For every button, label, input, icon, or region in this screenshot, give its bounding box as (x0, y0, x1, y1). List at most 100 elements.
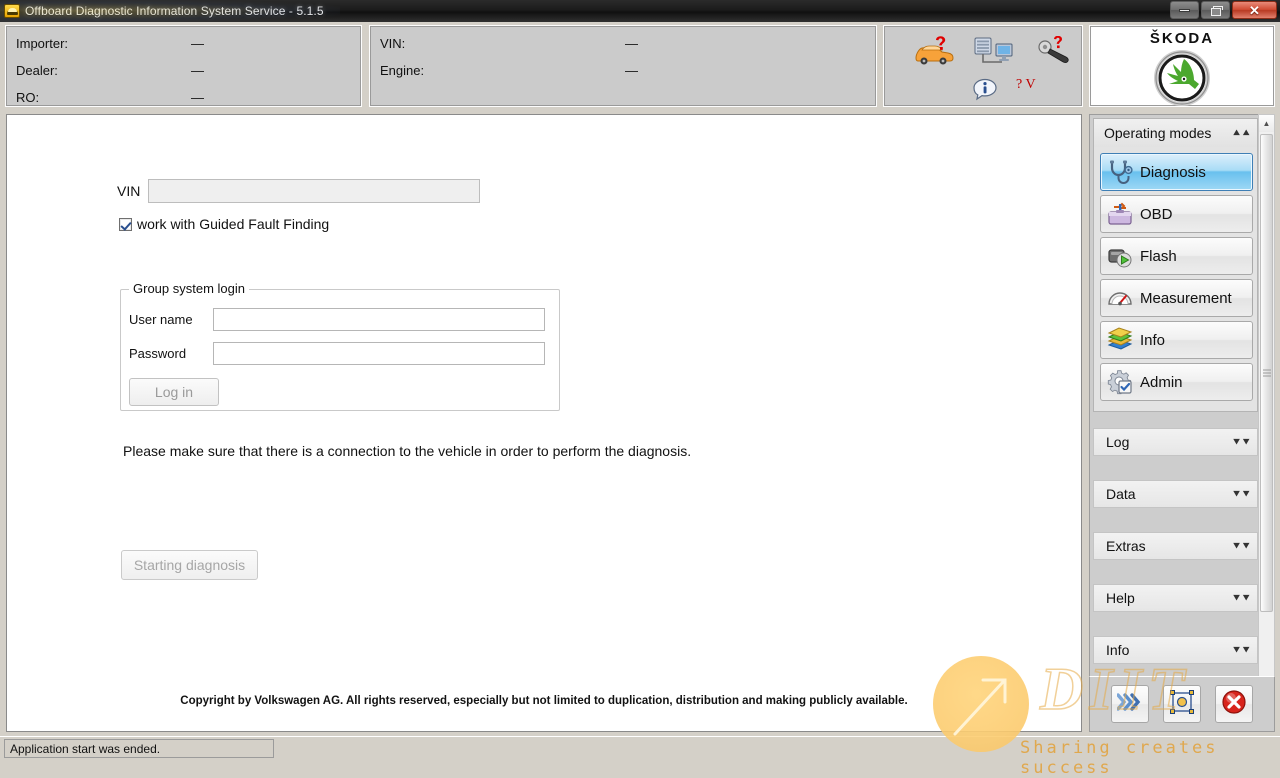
sidebar-item-flash[interactable]: Flash (1100, 237, 1253, 275)
books-icon (1107, 327, 1133, 353)
select-button[interactable] (1163, 685, 1201, 723)
sidebar-item-label: Measurement (1140, 289, 1232, 307)
flash-module-icon (1107, 243, 1133, 269)
section-help[interactable]: Help ⯆⯆ (1093, 584, 1258, 612)
network-connection-icon[interactable] (972, 36, 1016, 73)
header-icon-panel: ? V (883, 25, 1083, 107)
window-controls: ✕ (1170, 1, 1277, 19)
section-info[interactable]: Info ⯆⯆ (1093, 636, 1258, 664)
importer-label: Importer: (16, 36, 69, 51)
guided-fault-finding-label: work with Guided Fault Finding (137, 216, 330, 232)
main-content-panel: VIN work with Guided Fault Finding Group… (6, 114, 1082, 732)
status-bar: Application start was ended. (0, 736, 1280, 760)
double-chevron-right-icon (1116, 692, 1143, 717)
vin-field-row: VIN (117, 179, 481, 203)
vin-input[interactable] (148, 179, 481, 203)
next-button[interactable] (1111, 685, 1149, 723)
car-app-icon (4, 4, 20, 18)
username-row: User name (129, 308, 545, 331)
password-label: Password (129, 346, 187, 361)
close-icon: ✕ (1249, 2, 1260, 18)
sidebar-item-label: Diagnosis (1140, 163, 1206, 181)
scroll-up-arrow-icon[interactable]: ▲ (1259, 115, 1274, 132)
question-version-icon[interactable]: ? V (1016, 77, 1036, 93)
info-icon[interactable] (972, 78, 998, 109)
sidebar-item-measurement[interactable]: Measurement (1100, 279, 1253, 317)
group-system-login-groupbox: Group system login User name Password Lo… (120, 281, 560, 411)
sidebar-item-info[interactable]: Info (1100, 321, 1253, 359)
sidebar-item-label: Info (1140, 331, 1166, 349)
sidebar-item-label: Admin (1140, 373, 1183, 391)
importer-dealer-ro-panel: Importer: — Dealer: — RO: — (5, 25, 362, 107)
starting-diagnosis-button[interactable]: Starting diagnosis (121, 550, 258, 580)
sidebar-scrollbar[interactable]: ▲ ▼ (1258, 114, 1275, 732)
cancel-button[interactable] (1215, 685, 1253, 723)
chevron-down-double-icon[interactable]: ⯆⯆ (1232, 487, 1251, 502)
maximize-button[interactable] (1201, 1, 1230, 19)
section-data-label: Data (1106, 486, 1136, 502)
section-extras-label: Extras (1106, 538, 1146, 554)
operating-modes-panel: Operating modes ⯅⯅ Diagnosis OBD Flash M… (1093, 118, 1258, 412)
section-data[interactable]: Data ⯆⯆ (1093, 480, 1258, 508)
scrollbar-grip-icon (1262, 369, 1271, 377)
header-bar: Importer: — Dealer: — RO: — VIN: — Engin… (0, 22, 1280, 110)
stethoscope-icon (1107, 159, 1133, 185)
vin-header-label: VIN: (380, 36, 406, 51)
close-button[interactable]: ✕ (1232, 1, 1277, 19)
window-title: Offboard Diagnostic Information System S… (25, 4, 324, 18)
section-extras[interactable]: Extras ⯆⯆ (1093, 532, 1258, 560)
password-input[interactable] (213, 342, 545, 365)
connection-hint-text: Please make sure that there is a connect… (123, 443, 692, 459)
importer-value: — (191, 36, 204, 51)
skoda-winged-arrow-logo (1154, 50, 1210, 111)
copyright-text: Copyright by Volkswagen AG. All rights r… (180, 695, 908, 707)
operating-modes-header[interactable]: Operating modes ⯅⯅ (1094, 119, 1257, 147)
operating-modes-title: Operating modes (1104, 125, 1212, 141)
restore-icon (1210, 5, 1223, 16)
sidebar-item-label: OBD (1140, 205, 1173, 223)
scrollbar-thumb[interactable] (1260, 134, 1273, 612)
vin-engine-panel: VIN: — Engine: — (369, 25, 877, 107)
section-help-label: Help (1106, 590, 1135, 606)
toolbox-icon (1107, 201, 1133, 227)
username-label: User name (129, 312, 193, 327)
dealer-label: Dealer: (16, 63, 58, 78)
section-log-label: Log (1106, 434, 1130, 450)
key-help-icon[interactable] (1036, 35, 1076, 73)
bottom-button-bar (1089, 676, 1275, 732)
password-row: Password (129, 342, 545, 365)
title-bar[interactable]: Offboard Diagnostic Information System S… (0, 0, 1280, 22)
chevron-up-double-icon[interactable]: ⯅⯅ (1232, 126, 1251, 141)
chevron-down-double-icon[interactable]: ⯆⯆ (1232, 539, 1251, 554)
section-info-label: Info (1106, 642, 1130, 658)
section-log[interactable]: Log ⯆⯆ (1093, 428, 1258, 456)
vehicle-help-icon[interactable] (912, 36, 956, 73)
dealer-value: — (191, 63, 204, 78)
right-sidebar: Operating modes ⯅⯅ Diagnosis OBD Flash M… (1089, 114, 1275, 732)
ro-value: — (191, 90, 204, 105)
sidebar-item-admin[interactable]: Admin (1100, 363, 1253, 401)
engine-value: — (625, 63, 638, 78)
chevron-down-double-icon[interactable]: ⯆⯆ (1232, 435, 1251, 450)
gauge-icon (1107, 285, 1133, 311)
brand-panel: ŠKODA (1089, 25, 1275, 107)
guided-fault-finding-row[interactable]: work with Guided Fault Finding (119, 216, 329, 232)
gear-check-icon (1107, 369, 1133, 395)
sidebar-item-label: Flash (1140, 247, 1177, 265)
ro-label: RO: (16, 90, 40, 105)
vin-header-value: — (625, 36, 638, 51)
username-input[interactable] (213, 308, 545, 331)
selection-frame-icon (1169, 689, 1195, 720)
chevron-down-double-icon[interactable]: ⯆⯆ (1232, 643, 1251, 658)
status-message: Application start was ended. (4, 739, 274, 758)
red-x-circle-icon (1221, 689, 1247, 720)
vin-label: VIN (117, 183, 141, 199)
engine-label: Engine: (380, 63, 425, 78)
log-in-button[interactable]: Log in (129, 378, 219, 406)
sidebar-item-diagnosis[interactable]: Diagnosis (1100, 153, 1253, 191)
sidebar-item-obd[interactable]: OBD (1100, 195, 1253, 233)
brand-wordmark: ŠKODA (1149, 30, 1215, 47)
chevron-down-double-icon[interactable]: ⯆⯆ (1232, 591, 1251, 606)
guided-fault-finding-checkbox[interactable] (119, 217, 132, 231)
minimize-button[interactable] (1170, 1, 1199, 19)
